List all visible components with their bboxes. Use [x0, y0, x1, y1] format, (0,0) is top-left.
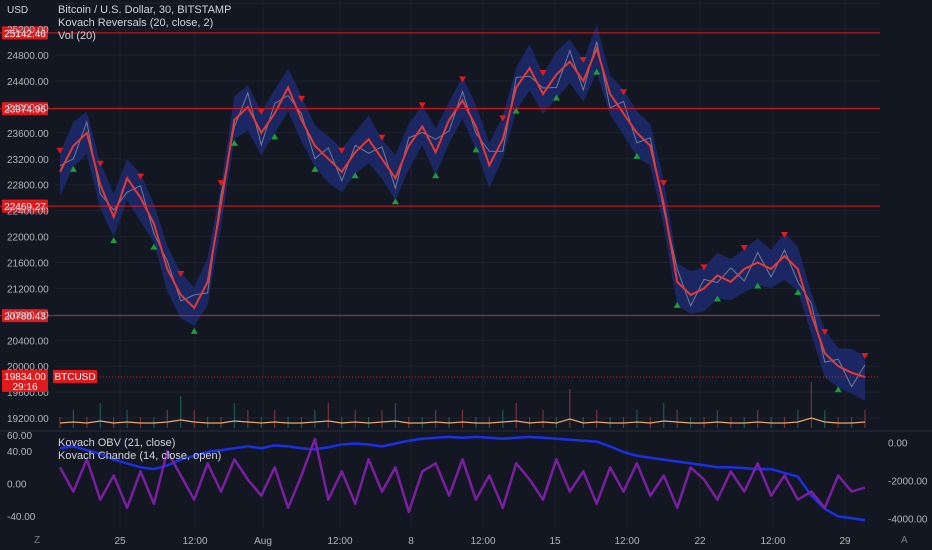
y-tick-label: 19200.00: [7, 414, 49, 425]
indicator-obv-label[interactable]: Kovach OBV (21, close): [58, 437, 221, 450]
volume-bar: [354, 410, 356, 428]
volume-bar: [676, 410, 678, 428]
y-tick-label: 23600.00: [7, 129, 49, 140]
auto-scale-button-a[interactable]: A: [901, 535, 908, 546]
volume-bar: [716, 410, 719, 428]
auto-scale-button-z[interactable]: Z: [34, 535, 40, 546]
y-tick-label: 21600.00: [7, 258, 49, 269]
volume-bar: [193, 410, 195, 428]
x-tick-label: 12:00: [614, 536, 639, 547]
volume-bar: [461, 410, 464, 428]
x-tick-label: 25: [114, 536, 126, 547]
volume-bar: [502, 410, 504, 428]
oscillator-left-tick: 0.00: [7, 480, 27, 491]
y-tick-label: 20800.00: [7, 310, 49, 321]
oscillator-right-tick: -2000.00: [888, 476, 928, 487]
y-tick-label: 24400.00: [7, 77, 49, 88]
volume-bar: [435, 410, 437, 428]
y-tick-label: 25200.00: [7, 25, 49, 36]
volume-bar: [757, 410, 759, 428]
volume-bar: [596, 410, 598, 428]
volume-bar: [126, 410, 128, 428]
volume-bar: [394, 403, 397, 428]
volume-bar: [569, 389, 571, 428]
volume-bar: [247, 410, 249, 428]
indicator-chande-label[interactable]: Kovach Chande (14, close, open): [58, 450, 221, 463]
volume-bar: [810, 382, 812, 428]
x-tick-label: 12:00: [760, 536, 785, 547]
time-axis[interactable]: 25 12:00 Aug 12:00 8 12:00 15 12:00 22 12:00 29: [114, 536, 851, 547]
x-tick-label: 22: [694, 536, 706, 547]
main-legend: Bitcoin / U.S. Dollar, 30, BITSTAMP Kova…: [58, 4, 231, 43]
volume-bar: [72, 410, 75, 428]
y-tick-label: 20400.00: [7, 336, 49, 347]
reversal-up-marker: [110, 237, 118, 244]
indicator-reversals-label[interactable]: Kovach Reversals (20, close, 2): [58, 17, 231, 30]
volume-bar: [542, 410, 544, 428]
x-tick-label: 29: [839, 536, 851, 547]
currency-label: USD: [7, 5, 28, 16]
reversal-up-marker: [391, 198, 399, 205]
oscillator-right-tick: 0.00: [888, 439, 908, 450]
volume-bar: [314, 410, 316, 428]
volume-bar: [381, 410, 383, 428]
y-tick-label: 22400.00: [7, 207, 49, 218]
oscillator-left-tick: -40.00: [7, 512, 36, 523]
volume-bar: [180, 396, 182, 428]
volume-bar: [636, 410, 638, 428]
lower-legend: Kovach OBV (21, close) Kovach Chande (14…: [58, 437, 221, 463]
y-tick-label: 23200.00: [7, 155, 49, 166]
chart-canvas[interactable]: 25142.4623974.9622469.2720780.43 19200.0…: [0, 0, 932, 550]
indicator-volume-label[interactable]: Vol (20): [58, 30, 231, 43]
volume-bar: [663, 403, 665, 428]
last-price-countdown: 29:16: [12, 382, 37, 393]
x-tick-label: 15: [549, 536, 561, 547]
x-tick-label: 12:00: [470, 536, 495, 547]
y-tick-label: 22000.00: [7, 233, 49, 244]
price-axis[interactable]: 19200.0019600.0020000.0020400.0020800.00…: [2, 25, 880, 425]
symbol-title[interactable]: Bitcoin / U.S. Dollar, 30, BITSTAMP: [58, 4, 231, 17]
volume-bar: [797, 410, 799, 428]
y-tick-label: 21200.00: [7, 284, 49, 295]
oscillator-right-tick: -4000.00: [888, 514, 928, 525]
volume-bar: [274, 410, 276, 428]
reversal-up-marker: [190, 327, 198, 334]
x-tick-label: 8: [408, 536, 414, 547]
volume-bars: [59, 382, 866, 428]
volume-bar: [166, 410, 168, 428]
volume-bar: [233, 403, 236, 428]
oscillator-left-tick: 60.00: [7, 431, 32, 442]
volume-bar: [864, 410, 866, 428]
oscillator-left-tick: 40.00: [7, 447, 32, 458]
volume-bar: [99, 403, 101, 428]
symbol-tag: BTCUSD: [54, 372, 95, 383]
x-tick-label: 12:00: [182, 536, 207, 547]
reversal-down-marker: [418, 102, 426, 109]
y-tick-label: 24800.00: [7, 51, 49, 62]
reversal-up-marker: [432, 172, 440, 179]
x-tick-label: 12:00: [327, 536, 352, 547]
volume-bar: [515, 403, 517, 428]
y-tick-label: 24000.00: [7, 103, 49, 114]
y-tick-label: 22800.00: [7, 181, 49, 192]
volume-bar: [824, 410, 826, 428]
x-tick-label: Aug: [254, 536, 272, 547]
volume-bar: [327, 403, 329, 428]
